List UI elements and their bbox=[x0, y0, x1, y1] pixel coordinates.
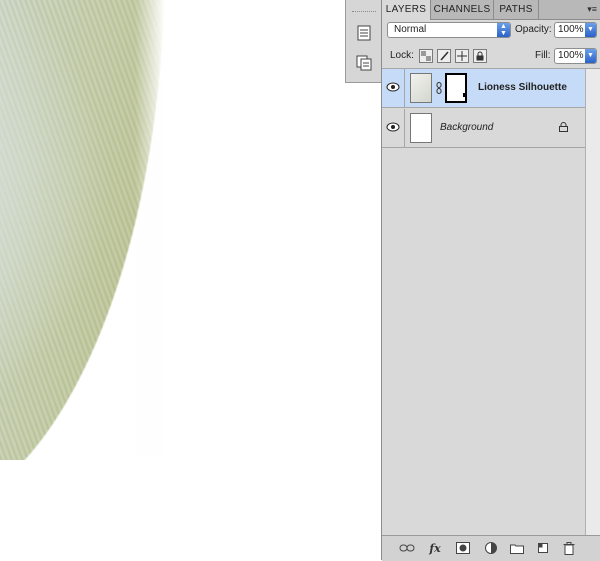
adjustment-layer-icon[interactable] bbox=[483, 541, 499, 555]
opacity-label: Opacity: bbox=[515, 24, 552, 35]
chevron-down-icon[interactable]: ▼ bbox=[585, 49, 596, 63]
blend-mode-value: Normal bbox=[394, 24, 427, 35]
lock-position-move-icon[interactable] bbox=[455, 49, 469, 63]
collapsed-panel-dock bbox=[345, 0, 382, 83]
tab-channels[interactable]: CHANNELS bbox=[431, 0, 494, 19]
mask-shape bbox=[463, 93, 466, 97]
divider bbox=[404, 109, 405, 147]
document-canvas[interactable] bbox=[0, 0, 381, 560]
eye-visibility-icon[interactable] bbox=[386, 121, 400, 133]
layer-name[interactable]: Background bbox=[440, 122, 493, 133]
history-panel-icon[interactable] bbox=[355, 54, 373, 72]
lock-row: Lock: Fill: 100% ▼ bbox=[382, 44, 600, 69]
layer-row-background[interactable]: Background bbox=[382, 109, 585, 148]
lioness-fur-image bbox=[0, 0, 165, 520]
link-layers-icon[interactable] bbox=[399, 541, 415, 555]
dock-grip[interactable] bbox=[352, 11, 376, 12]
add-mask-icon[interactable] bbox=[455, 541, 471, 555]
blend-mode-stepper-icon: ▲ ▼ bbox=[497, 23, 510, 37]
opacity-field[interactable]: 100% ▼ bbox=[554, 22, 597, 38]
fill-label: Fill: bbox=[535, 50, 551, 61]
trash-delete-icon[interactable] bbox=[561, 541, 577, 555]
layer-thumbnail[interactable] bbox=[410, 73, 432, 103]
panel-bottom-toolbar: fx bbox=[382, 535, 600, 561]
lock-label: Lock: bbox=[390, 50, 414, 61]
layer-list: Lioness Silhouette Background bbox=[382, 69, 585, 535]
fill-field[interactable]: 100% ▼ bbox=[554, 48, 597, 64]
new-group-folder-icon[interactable] bbox=[509, 541, 525, 555]
tab-paths[interactable]: PATHS bbox=[494, 0, 539, 19]
panel-tab-bar: LAYERS CHANNELS PATHS ▾≡ bbox=[382, 0, 600, 20]
blend-mode-select[interactable]: Normal ▲ ▼ bbox=[387, 22, 511, 38]
layer-style-fx-icon[interactable]: fx bbox=[427, 541, 443, 555]
tab-layers[interactable]: LAYERS bbox=[382, 0, 431, 20]
opacity-value: 100% bbox=[558, 24, 584, 35]
layers-panel: LAYERS CHANNELS PATHS ▾≡ Normal ▲ ▼ Opaci… bbox=[381, 0, 600, 561]
lock-all-icon[interactable] bbox=[473, 49, 487, 63]
lock-transparency-icon[interactable] bbox=[419, 49, 433, 63]
canvas-blank-area bbox=[0, 460, 381, 560]
fill-value: 100% bbox=[558, 50, 584, 61]
layer-thumbnail[interactable] bbox=[410, 113, 432, 143]
layer-mask-thumbnail[interactable] bbox=[445, 73, 467, 103]
layer-row-lioness-silhouette[interactable]: Lioness Silhouette bbox=[382, 69, 585, 108]
lock-pixels-brush-icon[interactable] bbox=[437, 49, 451, 63]
layer-list-scrollbar[interactable] bbox=[585, 69, 600, 535]
info-panel-icon[interactable] bbox=[355, 24, 373, 42]
eye-visibility-icon[interactable] bbox=[386, 81, 400, 93]
panel-menu-icon[interactable]: ▾≡ bbox=[581, 3, 597, 15]
link-chain-icon[interactable] bbox=[436, 82, 442, 94]
layer-name[interactable]: Lioness Silhouette bbox=[478, 82, 567, 93]
chevron-down-icon[interactable]: ▼ bbox=[585, 23, 596, 37]
blend-row: Normal ▲ ▼ Opacity: 100% ▼ bbox=[382, 20, 600, 42]
lock-icon bbox=[559, 122, 568, 132]
divider bbox=[404, 69, 405, 107]
new-layer-icon[interactable] bbox=[535, 541, 551, 555]
